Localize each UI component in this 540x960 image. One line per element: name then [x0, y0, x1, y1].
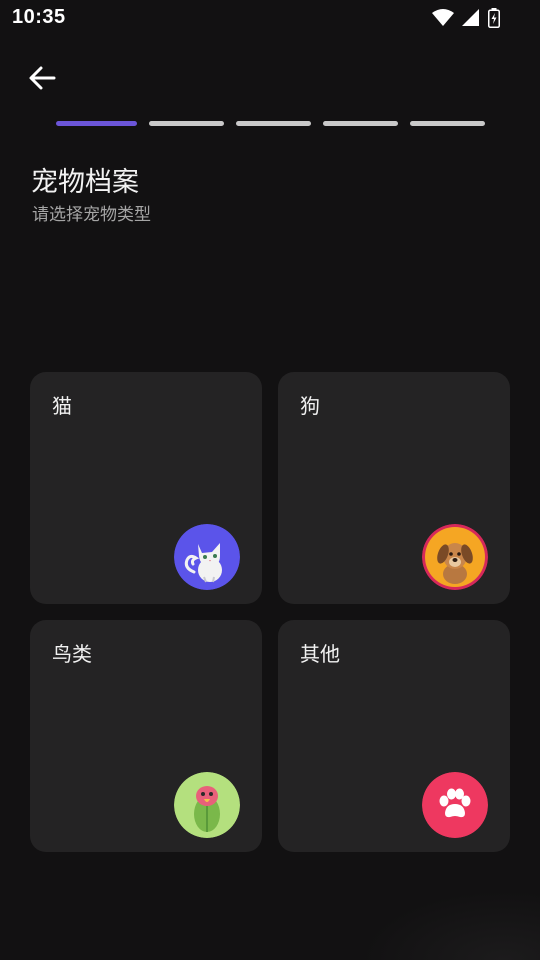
pet-card-label: 猫 [52, 394, 72, 418]
paw-icon [422, 772, 488, 838]
status-bar: 10:35 [0, 0, 540, 38]
progress-step-5 [410, 121, 485, 126]
progress-step-1 [56, 121, 137, 126]
pet-card-label: 鸟类 [52, 642, 92, 666]
pet-card-other[interactable]: 其他 [278, 620, 510, 852]
bird-icon [174, 772, 240, 838]
battery-icon [488, 8, 500, 28]
progress-step-4 [323, 121, 398, 126]
progress-steps [56, 121, 485, 126]
back-button[interactable] [26, 62, 58, 94]
pet-card-label: 狗 [300, 394, 320, 418]
page-subtitle: 请选择宠物类型 [32, 205, 151, 225]
pet-card-label: 其他 [300, 642, 340, 666]
page-title: 宠物档案 [31, 167, 139, 198]
bottom-glow [360, 890, 540, 960]
pet-card-cat[interactable]: 猫 [30, 372, 262, 604]
wifi-icon [432, 9, 454, 26]
status-time: 10:35 [12, 6, 66, 28]
pet-card-dog[interactable]: 狗 [278, 372, 510, 604]
progress-step-3 [236, 121, 311, 126]
arrow-left-icon [29, 66, 56, 90]
dog-icon [422, 524, 488, 590]
cat-icon [174, 524, 240, 590]
signal-icon [462, 9, 479, 26]
pet-card-bird[interactable]: 鸟类 [30, 620, 262, 852]
progress-step-2 [149, 121, 224, 126]
status-icons [432, 8, 500, 28]
